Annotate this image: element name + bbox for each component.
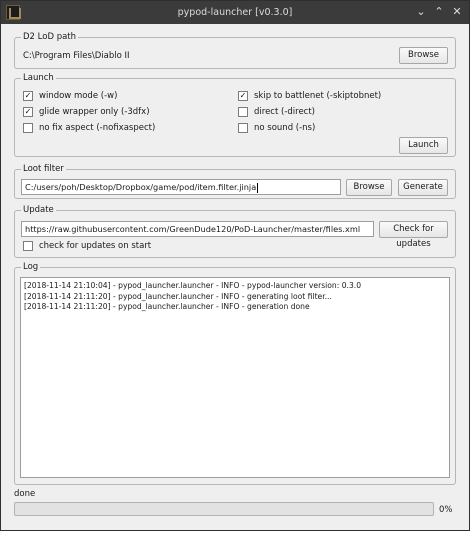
log-legend: Log bbox=[21, 262, 41, 272]
d2-path-legend: D2 LoD path bbox=[21, 32, 79, 42]
app-window: pypod-launcher [v0.3.0] ⌄ ⌃ ✕ D2 LoD pat… bbox=[0, 0, 470, 531]
glide-wrapper-checkbox[interactable]: ✓ glide wrapper only (-3dfx) bbox=[23, 107, 150, 117]
checkbox-label: window mode (-w) bbox=[39, 91, 118, 101]
launch-group: Launch ✓ window mode (-w) ✓ glide wrappe… bbox=[14, 73, 456, 157]
checkbox-box[interactable]: ✓ bbox=[238, 91, 248, 101]
checkbox-box[interactable] bbox=[238, 107, 248, 117]
no-fix-aspect-checkbox[interactable]: no fix aspect (-nofixaspect) bbox=[23, 123, 155, 133]
d2-path-browse-button[interactable]: Browse bbox=[399, 47, 448, 64]
log-line: [2018-11-14 21:11:20] - pypod_launcher.l… bbox=[24, 291, 332, 301]
launch-legend: Launch bbox=[21, 73, 56, 83]
checkbox-label: glide wrapper only (-3dfx) bbox=[39, 107, 150, 117]
launch-button[interactable]: Launch bbox=[399, 137, 448, 154]
skip-to-battlenet-checkbox[interactable]: ✓ skip to battlenet (-skiptobnet) bbox=[238, 91, 381, 101]
checkbox-label: skip to battlenet (-skiptobnet) bbox=[254, 91, 382, 101]
loot-filter-path-input[interactable]: C:/users/poh/Desktop/Dropbox/game/pod/it… bbox=[21, 179, 341, 195]
progress-label: 0% bbox=[439, 505, 453, 515]
checkbox-label: check for updates on start bbox=[39, 241, 152, 251]
minimize-icon[interactable]: ⌄ bbox=[414, 5, 428, 19]
checkbox-label: no fix aspect (-nofixaspect) bbox=[39, 123, 156, 133]
update-legend: Update bbox=[21, 205, 56, 215]
window-mode-checkbox[interactable]: ✓ window mode (-w) bbox=[23, 91, 117, 101]
update-url-input[interactable]: https://raw.githubusercontent.com/GreenD… bbox=[21, 221, 374, 237]
loot-filter-group: Loot filter C:/users/poh/Desktop/Dropbox… bbox=[14, 164, 456, 199]
loot-filter-path-text: C:/users/poh/Desktop/Dropbox/game/pod/it… bbox=[25, 182, 257, 192]
direct-checkbox[interactable]: direct (-direct) bbox=[238, 107, 315, 117]
close-icon[interactable]: ✕ bbox=[450, 5, 464, 19]
log-output[interactable]: [2018-11-14 21:10:04] - pypod_launcher.l… bbox=[20, 277, 450, 478]
maximize-icon[interactable]: ⌃ bbox=[432, 5, 446, 19]
generate-button[interactable]: Generate bbox=[398, 179, 448, 196]
checkbox-box[interactable] bbox=[238, 123, 248, 133]
checkbox-box[interactable] bbox=[23, 241, 33, 251]
loot-filter-legend: Loot filter bbox=[21, 164, 66, 174]
status-text: done bbox=[14, 489, 36, 499]
title-bar[interactable]: pypod-launcher [v0.3.0] ⌄ ⌃ ✕ bbox=[1, 1, 469, 24]
text-cursor bbox=[257, 182, 259, 193]
no-sound-checkbox[interactable]: no sound (-ns) bbox=[238, 123, 315, 133]
loot-filter-browse-button[interactable]: Browse bbox=[346, 179, 392, 196]
window-title: pypod-launcher [v0.3.0] bbox=[177, 7, 293, 18]
progress-bar bbox=[14, 502, 434, 516]
log-line: [2018-11-14 21:11:20] - pypod_launcher.l… bbox=[24, 302, 310, 311]
checkbox-label: direct (-direct) bbox=[254, 107, 316, 117]
checkbox-label: no sound (-ns) bbox=[254, 123, 316, 133]
update-group: Update https://raw.githubusercontent.com… bbox=[14, 205, 456, 258]
d2-path-value: C:\Program Files\Diablo II bbox=[23, 51, 130, 61]
checkbox-box[interactable] bbox=[23, 123, 33, 133]
log-line: [2018-11-14 21:10:04] - pypod_launcher.l… bbox=[24, 281, 362, 290]
checkbox-box[interactable]: ✓ bbox=[23, 107, 33, 117]
checkbox-box[interactable]: ✓ bbox=[23, 91, 33, 101]
check-for-updates-button[interactable]: Check for updates bbox=[379, 221, 448, 249]
check-on-start-checkbox[interactable]: check for updates on start bbox=[23, 241, 151, 251]
d2-path-group: D2 LoD path C:\Program Files\Diablo II B… bbox=[14, 32, 456, 69]
